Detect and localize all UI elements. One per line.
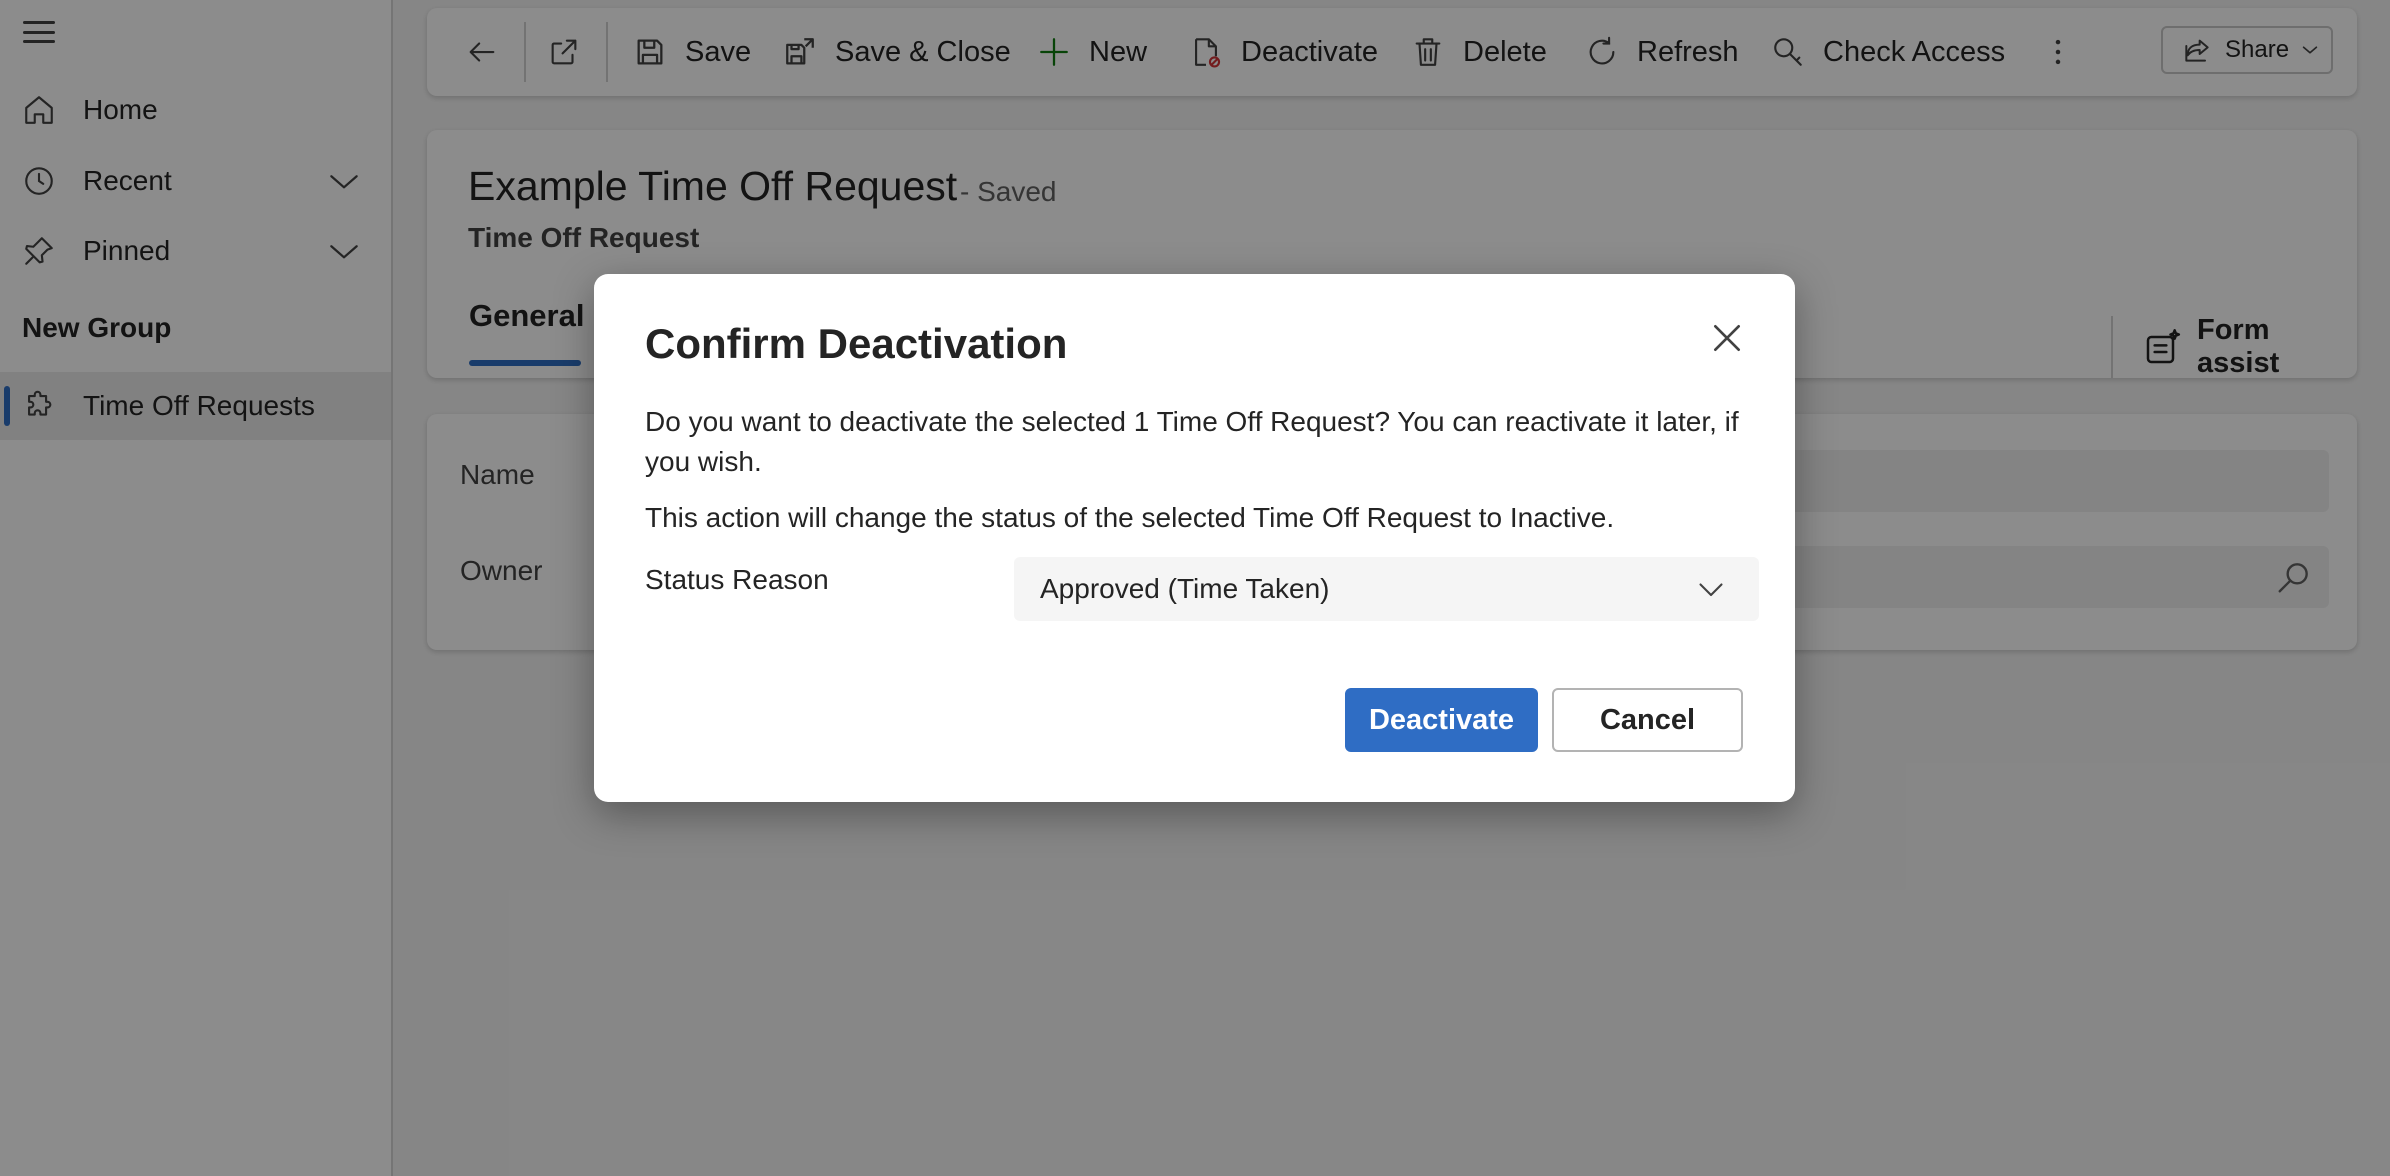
close-icon[interactable] <box>1705 316 1749 360</box>
status-reason-label: Status Reason <box>645 564 829 595</box>
confirm-deactivation-dialog: Confirm Deactivation Do you want to deac… <box>594 274 1795 802</box>
chevron-down-icon <box>1693 571 1729 607</box>
deactivate-confirm-button[interactable]: Deactivate <box>1345 688 1538 752</box>
status-reason-dropdown[interactable]: Approved (Time Taken) <box>1014 557 1759 621</box>
dialog-message: Do you want to deactivate the selected 1… <box>645 406 1739 477</box>
dialog-title: Confirm Deactivation <box>645 320 1068 367</box>
status-reason-value: Approved (Time Taken) <box>1040 573 1330 604</box>
cancel-button[interactable]: Cancel <box>1552 688 1743 752</box>
dialog-status-message: This action will change the status of th… <box>645 502 1615 533</box>
